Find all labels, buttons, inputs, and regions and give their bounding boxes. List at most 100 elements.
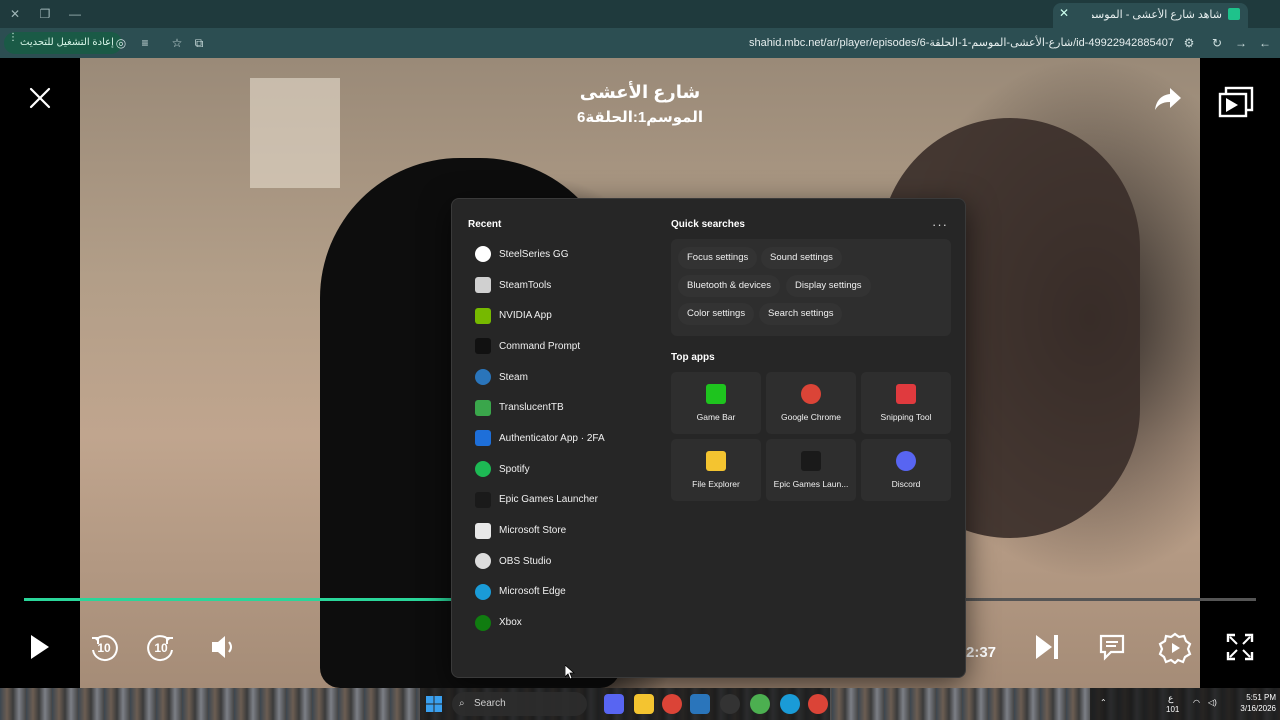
steam-taskbar-icon[interactable] [690, 694, 710, 714]
obs-icon [475, 553, 491, 570]
settings-gear-icon[interactable] [1158, 632, 1192, 664]
recent-item-label: TranslucentTB [499, 402, 564, 414]
close-player-icon[interactable] [28, 86, 52, 110]
recent-item[interactable]: SteamTools [470, 270, 650, 301]
forward-icon[interactable]: → [1232, 34, 1250, 52]
chrome-profile-taskbar-icon[interactable] [750, 694, 770, 714]
profile-icon[interactable]: ◎ [112, 34, 130, 52]
play-icon[interactable] [28, 632, 52, 662]
taskbar-search-box[interactable]: ⌕ Search [452, 692, 587, 716]
more-options-icon[interactable]: ··· [932, 217, 948, 232]
wifi-icon[interactable]: ◠ [1193, 698, 1200, 707]
chrome-taskbar-icon-2[interactable] [808, 694, 828, 714]
share-icon[interactable] [1153, 86, 1183, 112]
background-window [250, 78, 340, 188]
input-language[interactable]: ع [1168, 693, 1173, 704]
quick-search-chip[interactable]: Bluetooth & devices [678, 275, 780, 297]
fullscreen-icon[interactable] [1226, 632, 1254, 662]
recent-item[interactable]: TranslucentTB [470, 392, 650, 423]
tray-chevron-icon[interactable]: ⌃ [1100, 698, 1107, 707]
recent-item[interactable]: Authenticator App · 2FA [470, 423, 650, 454]
taskbar-clock[interactable]: 5:51 PM 3/16/2026 [1226, 692, 1276, 714]
subtitles-icon[interactable] [1098, 632, 1126, 662]
file-explorer-taskbar-icon[interactable] [634, 694, 654, 714]
recent-item-label: SteamTools [499, 279, 552, 291]
top-app-tile[interactable]: Snipping Tool [861, 372, 951, 434]
minimize-window-icon[interactable]: — [66, 5, 84, 23]
quick-search-chip[interactable]: Display settings [786, 275, 871, 297]
restore-window-icon[interactable]: ❐ [36, 5, 54, 23]
quick-search-chip[interactable]: Focus settings [678, 247, 758, 269]
kebab-menu-icon[interactable]: ⋮ [8, 32, 18, 43]
top-app-label: Game Bar [696, 412, 736, 422]
reading-list-icon[interactable]: ≡ [136, 34, 154, 52]
top-app-label: Google Chrome [780, 412, 841, 422]
volume-icon[interactable] [210, 632, 236, 662]
back-icon[interactable]: ← [1256, 34, 1274, 52]
quick-search-chip[interactable]: Color settings [678, 303, 755, 325]
recent-item[interactable]: Microsoft Store [470, 515, 650, 546]
epic-games-icon [801, 451, 821, 471]
recent-item[interactable]: Spotify [470, 454, 650, 485]
top-app-tile[interactable]: Google Chrome [766, 372, 856, 434]
discord-taskbar-icon[interactable] [604, 694, 624, 714]
recent-item[interactable]: Command Prompt [470, 331, 650, 362]
bookmark-star-icon[interactable]: ☆ [168, 34, 186, 52]
top-app-tile[interactable]: Game Bar [671, 372, 761, 434]
update-button-label: إعادة التشغيل للتحديث [20, 37, 114, 48]
cmd-icon [475, 338, 491, 355]
discord-icon [896, 451, 916, 471]
recent-item-label: Authenticator App · 2FA [499, 432, 605, 444]
translucenttb-icon [475, 399, 491, 416]
recent-item[interactable]: Steam [470, 362, 650, 393]
skip-back-button[interactable]: 10 [88, 632, 120, 664]
clock-date: 3/16/2026 [1240, 704, 1276, 713]
edge-taskbar-icon[interactable] [780, 694, 800, 714]
recent-item[interactable]: SteelSeries GG [470, 239, 650, 270]
browser-titlebar: ✕ ❐ — + شاهد شارع الأعشى - الموسم 1 - ال… [0, 0, 1280, 28]
time-remaining: 2:37 [966, 644, 997, 661]
mouse-cursor-icon [565, 665, 575, 680]
install-app-icon[interactable]: ⧉ [190, 34, 208, 52]
reload-icon[interactable]: ↻ [1208, 34, 1226, 52]
recent-item[interactable]: NVIDIA App [470, 300, 650, 331]
close-window-icon[interactable]: ✕ [6, 5, 24, 23]
speaker-icon[interactable]: ◁) [1208, 698, 1217, 707]
show-title: شارع الأعشى [579, 82, 701, 102]
start-search-flyout: Recent SteelSeries GG SteamTools NVIDIA Ap… [451, 198, 966, 678]
steam-icon [475, 369, 491, 386]
address-bar[interactable]: shahid.mbc.net/ar/player/episodes/شارع-ا… [749, 36, 1174, 49]
obs-taskbar-icon[interactable] [720, 694, 740, 714]
recent-item[interactable]: Microsoft Edge [470, 577, 650, 608]
next-episode-icon[interactable] [1034, 632, 1062, 662]
skip-forward-button[interactable]: 10 [145, 632, 177, 664]
quick-searches-heading: Quick searches [671, 219, 745, 230]
top-app-tile[interactable]: File Explorer [671, 439, 761, 501]
steelseries-icon [475, 246, 491, 263]
recent-item[interactable]: Xbox [470, 607, 650, 638]
windows-start-icon[interactable] [426, 696, 442, 712]
file-explorer-icon [706, 451, 726, 471]
recent-item[interactable]: Epic Games Launcher [470, 485, 650, 516]
tab-close-icon[interactable]: ✕ [1059, 6, 1069, 20]
chrome-icon [801, 384, 821, 404]
restart-to-update-button[interactable]: إعادة التشغيل للتحديث [4, 32, 122, 54]
nvidia-icon [475, 307, 491, 324]
microsoft-store-icon [475, 522, 491, 539]
game-bar-icon [706, 384, 726, 404]
quick-search-chip[interactable]: Sound settings [761, 247, 842, 269]
site-settings-icon[interactable]: ⚙ [1180, 34, 1198, 52]
spotify-icon [475, 461, 491, 478]
quick-searches-panel: Focus settings Sound settings Bluetooth … [671, 239, 951, 336]
top-app-tile[interactable]: Discord [861, 439, 951, 501]
skip-forward-seconds: 10 [154, 641, 168, 655]
recent-item[interactable]: OBS Studio [470, 546, 650, 577]
chrome-taskbar-icon[interactable] [662, 694, 682, 714]
cast-icon[interactable] [1218, 86, 1254, 118]
top-app-tile[interactable]: Epic Games Laun... [766, 439, 856, 501]
xbox-icon [475, 614, 491, 631]
recent-item-label: Spotify [499, 463, 530, 475]
recent-heading: Recent [468, 219, 502, 230]
browser-tab[interactable]: شاهد شارع الأعشى - الموسم 1 - ال ✕ [1053, 3, 1248, 28]
quick-search-chip[interactable]: Search settings [759, 303, 843, 325]
